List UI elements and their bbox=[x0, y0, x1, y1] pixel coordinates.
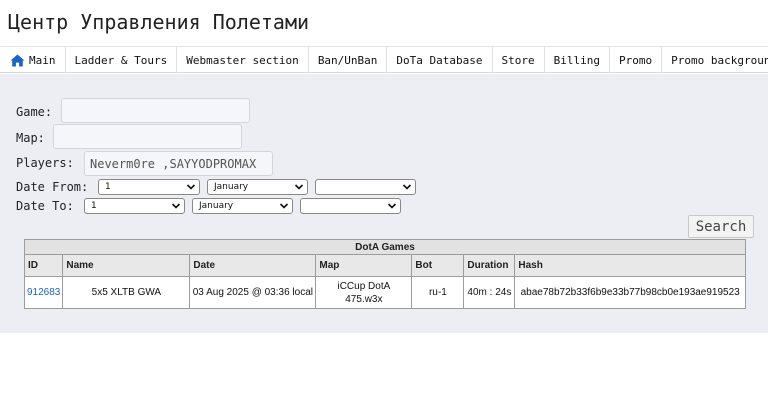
column-header-date: Date bbox=[189, 254, 317, 277]
game-name: 5x5 XLTB GWA bbox=[62, 276, 191, 309]
select-value: January bbox=[199, 201, 234, 211]
map-label: Map: bbox=[16, 131, 45, 145]
game-id-link[interactable]: 912683 bbox=[23, 276, 64, 309]
nav-item-dota-database[interactable]: DoTa Database bbox=[387, 47, 493, 73]
table-row: 912683 5x5 XLTB GWA 03 Aug 2025 @ 03:36 … bbox=[23, 276, 746, 309]
main-nav: Main Ladder & Tours Webmaster section Ba… bbox=[0, 46, 768, 73]
chevron-down-icon bbox=[402, 184, 412, 190]
nav-item-label: Main bbox=[29, 53, 56, 67]
chevron-down-icon bbox=[279, 203, 289, 209]
date-from-label: Date From: bbox=[16, 180, 89, 194]
search-panel: Game: Map: Players: Neverm0re ,SAYYODPRO… bbox=[0, 74, 768, 333]
map-name-line1: iCCup DotA bbox=[337, 280, 391, 292]
nav-item-main[interactable]: Main bbox=[0, 47, 66, 73]
date-from-month-select[interactable]: January bbox=[207, 179, 308, 195]
nav-item-ladder-tours[interactable]: Ladder & Tours bbox=[66, 47, 178, 73]
game-duration: 40m : 24s bbox=[463, 276, 516, 309]
players-label: Players: bbox=[16, 156, 74, 170]
table-caption: DotA Games bbox=[24, 239, 746, 255]
select-value: January bbox=[214, 182, 249, 192]
column-header-id: ID bbox=[23, 254, 64, 277]
column-header-bot: Bot bbox=[411, 254, 465, 277]
game-bot: ru-1 bbox=[411, 276, 465, 309]
nav-item-store[interactable]: Store bbox=[493, 47, 545, 73]
column-header-name: Name bbox=[62, 254, 191, 277]
nav-item-webmaster-section[interactable]: Webmaster section bbox=[177, 47, 309, 73]
game-date: 03 Aug 2025 @ 03:36 local bbox=[189, 276, 317, 309]
date-from-day-select[interactable]: 1 bbox=[98, 179, 200, 195]
page-title: Центр Управления Полетами bbox=[8, 10, 310, 34]
date-to-day-select[interactable]: 1 bbox=[84, 198, 185, 214]
date-from-year-select[interactable] bbox=[315, 179, 416, 195]
date-to-label: Date To: bbox=[16, 199, 74, 213]
chevron-down-icon bbox=[387, 203, 397, 209]
players-input[interactable]: Neverm0re ,SAYYODPROMAX bbox=[84, 151, 273, 176]
date-to-month-select[interactable]: January bbox=[192, 198, 293, 214]
chevron-down-icon bbox=[294, 184, 304, 190]
dota-games-table: DotA Games ID Name Date Map Bot Duration… bbox=[23, 239, 746, 309]
game-map: iCCup DotA 475.w3x bbox=[315, 276, 413, 309]
nav-item-ban-unban[interactable]: Ban/UnBan bbox=[309, 47, 388, 73]
game-hash: abae78b72b33f6b9e33b77b98cb0e193ae919523 bbox=[514, 276, 746, 309]
nav-item-billing[interactable]: Billing bbox=[545, 47, 610, 73]
map-name-line2: 475.w3x bbox=[345, 293, 383, 305]
nav-item-promo[interactable]: Promo bbox=[610, 47, 663, 73]
column-header-map: Map bbox=[315, 254, 413, 277]
map-input[interactable] bbox=[53, 124, 242, 149]
select-value: 1 bbox=[91, 201, 97, 211]
chevron-down-icon bbox=[171, 203, 181, 209]
date-to-year-select[interactable] bbox=[300, 198, 401, 214]
column-header-duration: Duration bbox=[463, 254, 516, 277]
search-button[interactable]: Search bbox=[688, 215, 754, 238]
game-label: Game: bbox=[16, 105, 53, 119]
select-value: 1 bbox=[105, 182, 111, 192]
chevron-down-icon bbox=[186, 184, 196, 190]
home-icon bbox=[10, 53, 25, 67]
column-header-hash: Hash bbox=[514, 254, 746, 277]
nav-item-promo-background[interactable]: Promo background bbox=[662, 47, 768, 73]
game-input[interactable] bbox=[61, 98, 250, 123]
